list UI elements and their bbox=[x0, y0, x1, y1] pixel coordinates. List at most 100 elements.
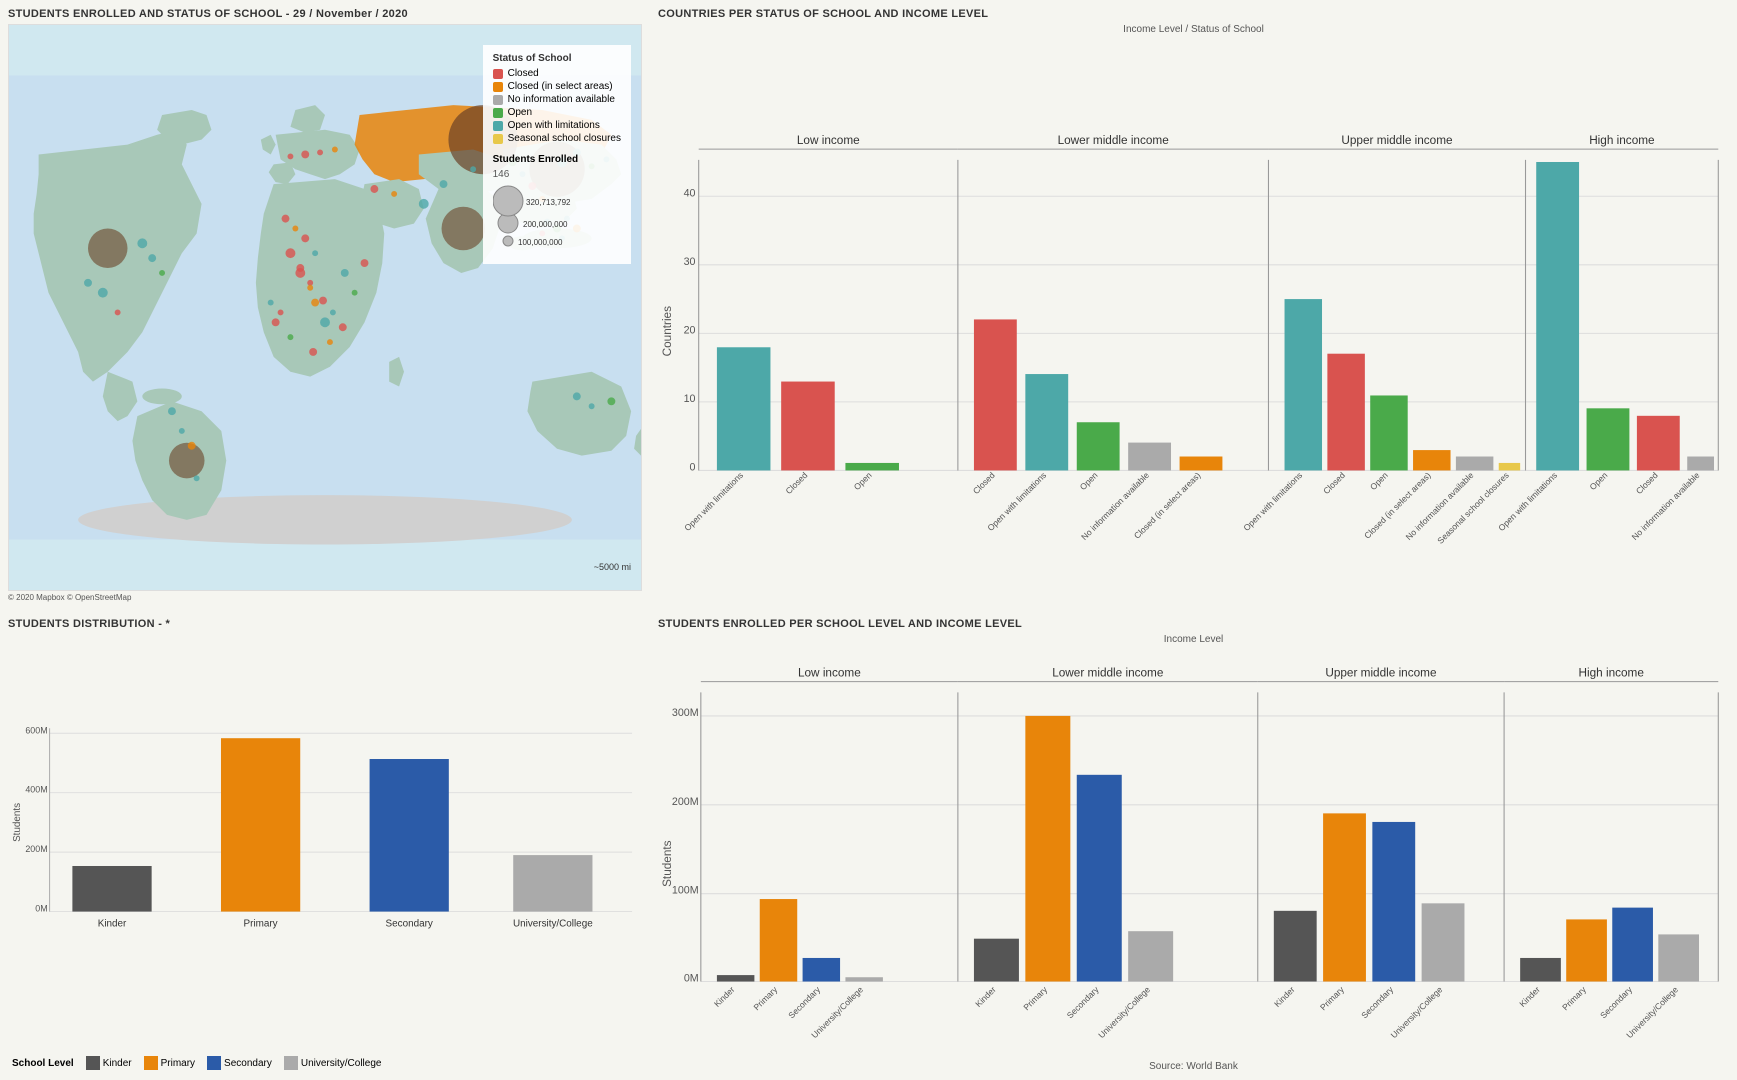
dist-legend: School Level Kinder Primary Secondary Un… bbox=[8, 1054, 642, 1072]
map-attribution: © 2020 Mapbox © OpenStreetMap bbox=[8, 593, 642, 602]
svg-text:University/College: University/College bbox=[1389, 984, 1445, 1040]
circle-legend-svg: 100,000,000 200,000,000 320,713,792 bbox=[493, 183, 573, 253]
source-text: Source: World Bank bbox=[658, 1061, 1729, 1072]
svg-text:0: 0 bbox=[690, 461, 696, 473]
svg-text:Primary: Primary bbox=[1021, 984, 1049, 1012]
svg-text:University/College: University/College bbox=[513, 918, 593, 929]
map-legend: Status of School Closed Closed (in selec… bbox=[483, 45, 631, 264]
legend-closed-label: Closed bbox=[508, 68, 539, 79]
legend-item-open: Open bbox=[493, 107, 621, 118]
enrolled-legend: Students Enrolled 146 100,000,000 200,00… bbox=[493, 154, 621, 256]
svg-text:Secondary: Secondary bbox=[1359, 984, 1395, 1020]
svg-text:Kinder: Kinder bbox=[1517, 984, 1542, 1009]
svg-text:400M: 400M bbox=[25, 785, 47, 795]
svg-text:0M: 0M bbox=[35, 904, 47, 914]
svg-text:Open: Open bbox=[1368, 470, 1390, 492]
svg-text:Lower middle income: Lower middle income bbox=[1058, 134, 1170, 147]
open-icon bbox=[493, 108, 503, 118]
svg-text:Countries: Countries bbox=[661, 306, 674, 356]
svg-text:Open: Open bbox=[1588, 470, 1610, 492]
svg-text:100,000,000: 100,000,000 bbox=[518, 238, 563, 247]
svg-text:Primary: Primary bbox=[244, 918, 278, 929]
legend-item-closed-select: Closed (in select areas) bbox=[493, 81, 621, 92]
map-title: STUDENTS ENROLLED AND STATUS OF SCHOOL -… bbox=[8, 8, 642, 20]
map-container: Status of School Closed Closed (in selec… bbox=[8, 24, 642, 591]
enrolled-section: STUDENTS ENROLLED PER SCHOOL LEVEL AND I… bbox=[650, 610, 1737, 1080]
svg-text:Open with limitations: Open with limitations bbox=[985, 470, 1048, 533]
dist-section: STUDENTS DISTRIBUTION - * Students 0M 20… bbox=[0, 610, 650, 1080]
legend-item-seasonal: Seasonal school closures bbox=[493, 133, 621, 144]
svg-text:Closed: Closed bbox=[783, 470, 809, 496]
svg-text:100M: 100M bbox=[672, 885, 699, 897]
countries-chart-svg: Countries 0 10 20 30 40 bbox=[658, 39, 1729, 602]
seasonal-icon bbox=[493, 134, 503, 144]
dist-chart-svg: Students 0M 200M 400M 600M Kinder bbox=[8, 634, 642, 991]
dist-chart-wrapper: Students 0M 200M 400M 600M Kinder bbox=[8, 634, 642, 1054]
no-info-icon bbox=[493, 95, 503, 105]
legend-primary: Primary bbox=[144, 1056, 195, 1070]
svg-text:Kinder: Kinder bbox=[973, 984, 998, 1009]
enrolled-income-label: Income Level bbox=[658, 634, 1729, 645]
svg-text:Secondary: Secondary bbox=[1065, 984, 1101, 1020]
kinder-color-icon bbox=[86, 1056, 100, 1070]
svg-text:40: 40 bbox=[684, 187, 696, 199]
svg-text:High income: High income bbox=[1578, 666, 1644, 679]
primary-color-icon bbox=[144, 1056, 158, 1070]
svg-text:Open with limitations: Open with limitations bbox=[1241, 470, 1304, 533]
enrolled-count: 146 bbox=[493, 169, 621, 180]
legend-kinder: Kinder bbox=[86, 1056, 132, 1070]
legend-university: University/College bbox=[284, 1056, 382, 1070]
legend-open-label: Open bbox=[508, 107, 532, 118]
svg-text:30: 30 bbox=[684, 256, 696, 268]
svg-text:0M: 0M bbox=[684, 973, 699, 985]
dist-title: STUDENTS DISTRIBUTION - * bbox=[8, 618, 642, 630]
map-section: STUDENTS ENROLLED AND STATUS OF SCHOOL -… bbox=[0, 0, 650, 610]
school-level-label: School Level bbox=[12, 1058, 74, 1069]
svg-text:10: 10 bbox=[684, 393, 696, 405]
legend-no-info-label: No information available bbox=[508, 94, 615, 105]
svg-text:Kinder: Kinder bbox=[98, 918, 127, 929]
countries-chart-title: COUNTRIES PER STATUS OF SCHOOL AND INCOM… bbox=[658, 8, 1729, 20]
svg-text:Low income: Low income bbox=[797, 134, 860, 147]
svg-text:High income: High income bbox=[1589, 134, 1655, 147]
svg-text:Primary: Primary bbox=[1318, 984, 1346, 1012]
enrolled-legend-title: Students Enrolled bbox=[493, 154, 621, 165]
enrolled-chart-svg: Students 0M 100M 200M 300M bbox=[658, 649, 1729, 1057]
svg-text:No information available: No information available bbox=[1630, 470, 1702, 542]
svg-text:Primary: Primary bbox=[751, 984, 779, 1012]
legend-item-closed: Closed bbox=[493, 68, 621, 79]
svg-text:20: 20 bbox=[684, 324, 696, 336]
svg-text:Upper middle income: Upper middle income bbox=[1341, 134, 1453, 147]
svg-text:Seasonal school closures: Seasonal school closures bbox=[1435, 470, 1511, 546]
legend-item-open-lim: Open with limitations bbox=[493, 120, 621, 131]
svg-text:200M: 200M bbox=[672, 796, 699, 808]
legend-kinder-label: Kinder bbox=[103, 1058, 132, 1069]
svg-text:Open: Open bbox=[852, 470, 874, 492]
svg-text:Kinder: Kinder bbox=[1272, 984, 1297, 1009]
svg-text:Students: Students bbox=[12, 803, 23, 842]
svg-text:Low income: Low income bbox=[798, 666, 861, 679]
enrolled-chart-wrapper: Students 0M 100M 200M 300M bbox=[658, 649, 1729, 1057]
svg-text:Secondary: Secondary bbox=[386, 918, 433, 929]
countries-chart-section: COUNTRIES PER STATUS OF SCHOOL AND INCOM… bbox=[650, 0, 1737, 610]
legend-university-label: University/College bbox=[301, 1058, 382, 1069]
map-scale: ~5000 mi bbox=[594, 562, 631, 572]
secondary-color-icon bbox=[207, 1056, 221, 1070]
svg-text:Students: Students bbox=[661, 840, 674, 887]
svg-text:Closed: Closed bbox=[1634, 470, 1660, 496]
legend-open-lim-label: Open with limitations bbox=[508, 120, 600, 131]
legend-secondary-label: Secondary bbox=[224, 1058, 272, 1069]
svg-text:300M: 300M bbox=[672, 707, 699, 719]
legend-primary-label: Primary bbox=[161, 1058, 195, 1069]
svg-text:Open: Open bbox=[1078, 470, 1100, 492]
svg-text:Kinder: Kinder bbox=[712, 984, 737, 1009]
svg-text:320,713,792: 320,713,792 bbox=[526, 198, 571, 207]
closed-select-icon bbox=[493, 82, 503, 92]
countries-chart-subtitle: Income Level / Status of School bbox=[658, 24, 1729, 35]
legend-secondary: Secondary bbox=[207, 1056, 272, 1070]
svg-text:Lower middle income: Lower middle income bbox=[1052, 666, 1164, 679]
svg-text:600M: 600M bbox=[25, 725, 47, 735]
svg-text:University/College: University/College bbox=[1096, 984, 1152, 1040]
svg-text:Open with limitations: Open with limitations bbox=[682, 470, 745, 533]
svg-text:200,000,000: 200,000,000 bbox=[523, 220, 568, 229]
